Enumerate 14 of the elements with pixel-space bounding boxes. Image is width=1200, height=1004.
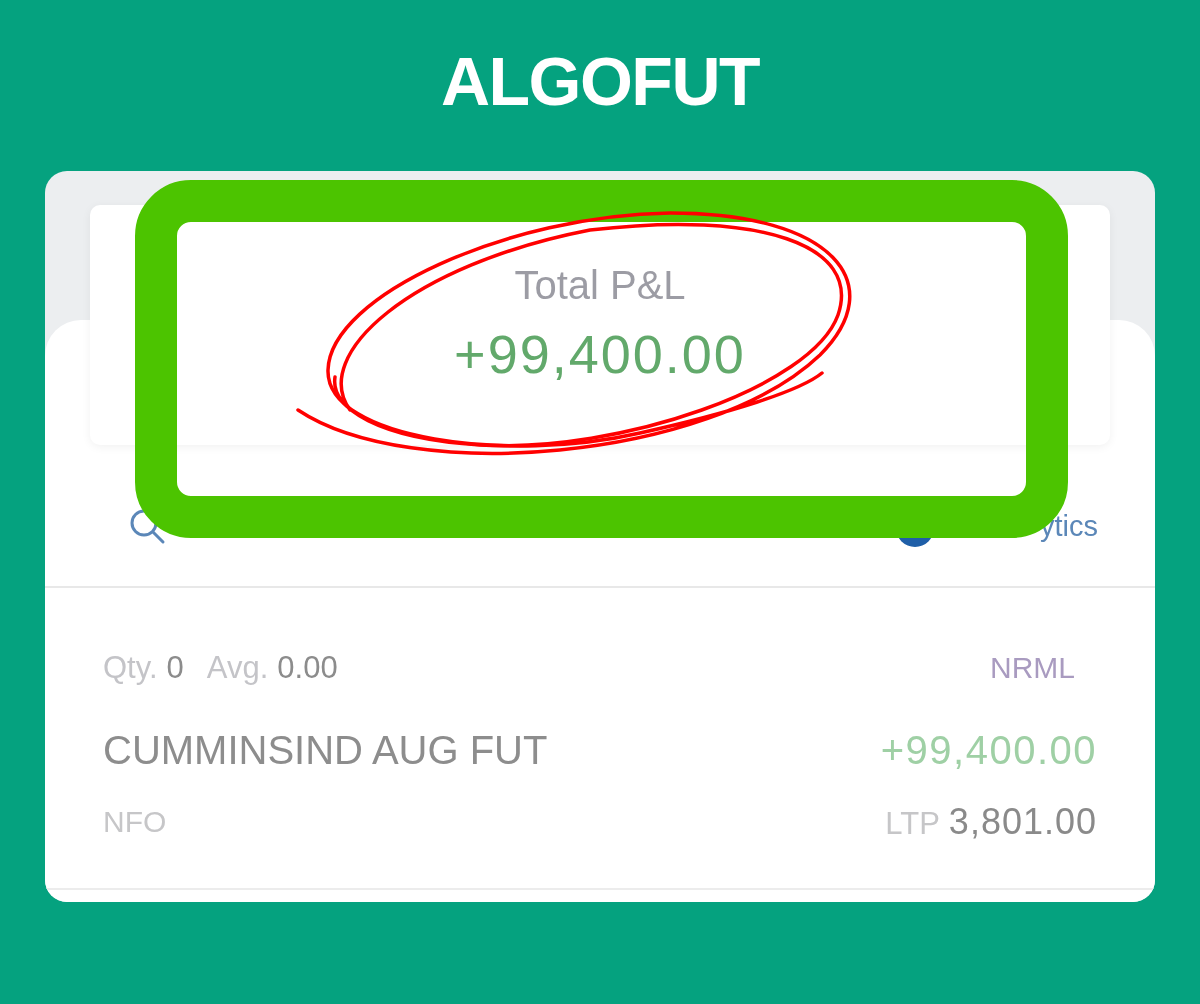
total-pnl-value: +99,400.00: [454, 324, 746, 384]
search-icon[interactable]: [128, 507, 166, 545]
qty-value: 0: [166, 650, 184, 686]
ltp-label: LTP: [885, 806, 940, 842]
avg-value: 0.00: [277, 650, 338, 686]
instrument-symbol: CUMMINSIND AUG FUT: [103, 727, 548, 773]
ltp-value: 3,801.00: [948, 801, 1097, 843]
product-type: NRML: [990, 651, 1076, 685]
qty-label: Qty.: [103, 650, 158, 686]
exchange-label: NFO: [103, 805, 167, 839]
avg-label: Avg.: [206, 650, 269, 686]
position-pnl: +99,400.00: [880, 727, 1097, 773]
page-title: ALGOFUT: [440, 46, 760, 115]
total-pnl-label: Total P&L: [514, 262, 686, 308]
